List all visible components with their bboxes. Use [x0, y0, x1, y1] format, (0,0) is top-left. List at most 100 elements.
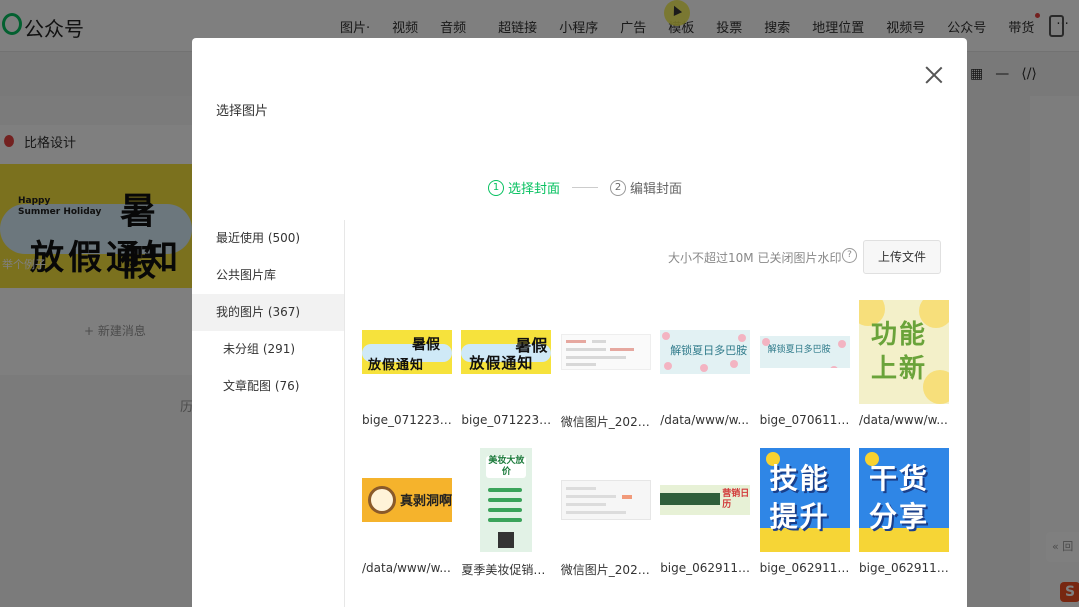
thumb-line — [565, 495, 616, 498]
thumb-flower — [761, 338, 770, 346]
thumbnail-frame: 技能提升 — [759, 448, 850, 552]
thumb-text: 放假通知 — [469, 354, 534, 372]
image-tile[interactable]: 暑假放假通知 bige_0712235... — [362, 300, 454, 440]
step-number: 2 — [610, 179, 627, 196]
thumb-text: 技能提升 — [769, 462, 830, 533]
thumbnail-frame: 解锁夏日多巴胺 — [759, 300, 850, 404]
thumbnail-image: 解锁夏日多巴胺 — [759, 336, 850, 368]
thumbnail-frame — [560, 448, 651, 552]
thumb-cup — [368, 486, 396, 514]
thumb-line — [488, 488, 523, 492]
thumbnail-image: 技能提升 — [759, 448, 850, 552]
step-connector — [572, 187, 599, 188]
thumb-text: 暑假 — [412, 337, 440, 353]
thumb-mark — [621, 495, 632, 499]
image-caption: bige_0706113... — [759, 413, 852, 427]
thumbnail-frame: 美妆大放价 — [461, 448, 551, 552]
thumbnail-frame: 干货分享 — [859, 448, 949, 552]
category-item[interactable]: 最近使用 (500) — [192, 220, 344, 257]
image-caption: /data/www/w... — [660, 413, 749, 427]
image-caption: /data/www/w... — [859, 413, 948, 427]
thumb-line — [609, 348, 634, 351]
image-tile[interactable]: 暑假 放假通知 bige_0712235... — [461, 300, 554, 440]
thumb-line — [591, 340, 606, 343]
thumbnail-image: 解锁夏日多巴胺 — [660, 330, 751, 374]
thumbnail-image: 暑假 放假通知 — [461, 330, 552, 374]
thumb-text: 功能上新 — [871, 320, 928, 384]
upload-hint: 大小不超过10M 已关闭图片水印 — [668, 251, 842, 265]
close-icon[interactable] — [925, 66, 943, 84]
thumb-bar — [660, 493, 721, 505]
image-caption: 微信图片_2023... — [560, 563, 653, 577]
thumb-flower — [664, 362, 673, 370]
image-tile[interactable]: 美妆大放价夏季美妆促销福... — [461, 448, 554, 588]
thumbnail-frame: 解锁夏日多巴胺 — [660, 300, 751, 404]
thumbnail-image: 暑假放假通知 — [362, 330, 452, 374]
thumbnail-image: 美妆大放价 — [480, 448, 533, 552]
thumb-line — [488, 498, 523, 502]
thumbnail-image: 干货分享 — [859, 448, 949, 552]
thumb-line — [488, 518, 523, 522]
image-caption: bige_0629114... — [859, 561, 951, 575]
thumbnail-frame: 营销日历 — [660, 448, 751, 552]
sidebar-divider — [344, 220, 345, 607]
step-label: 编辑封面 — [630, 182, 683, 197]
thumb-line — [565, 348, 606, 351]
category-item[interactable]: 未分组 (291) — [192, 331, 344, 368]
image-caption: /data/www/w... — [362, 561, 451, 575]
category-item[interactable]: 公共图片库 — [192, 257, 344, 294]
thumb-line — [565, 487, 596, 490]
thumbnail-frame: 真剥洞啊 — [362, 448, 452, 552]
thumb-flower — [730, 360, 739, 368]
thumbnail-frame: 暑假放假通知 — [362, 300, 452, 404]
image-tile[interactable]: 解锁夏日多巴胺 bige_0706113... — [759, 300, 852, 440]
image-tile[interactable]: 干货分享 bige_0629114... — [859, 448, 951, 588]
step-select-cover: 1 选择封面 — [488, 178, 560, 197]
category-item[interactable]: 我的图片 (367) — [192, 294, 344, 331]
thumbnail-frame — [560, 300, 651, 404]
thumbnail-image — [560, 334, 651, 370]
thumb-line — [565, 340, 586, 343]
image-tile[interactable]: 技能提升 bige_0629114... — [759, 448, 852, 588]
image-tile[interactable]: 功能上新/data/www/w... — [859, 300, 949, 440]
image-tile[interactable]: 解锁夏日多巴胺/data/www/w... — [660, 300, 751, 440]
dialog-title: 选择图片 — [216, 104, 269, 119]
thumb-flower — [829, 366, 838, 368]
thumb-text: 解锁夏日多巴胺 — [767, 345, 831, 355]
thumb-line — [488, 508, 523, 512]
upload-file-button[interactable]: 上传文件 — [863, 240, 941, 274]
image-caption: 微信图片_2023... — [560, 415, 653, 429]
thumbnail-frame: 功能上新 — [859, 300, 949, 404]
help-icon[interactable]: ? — [842, 248, 857, 263]
image-caption: bige_0712235... — [461, 413, 554, 427]
thumb-text: 放假通知 — [368, 358, 425, 373]
thumbnail-image: 营销日历 — [660, 485, 751, 515]
thumb-line — [565, 503, 606, 506]
image-category-list: 最近使用 (500) 公共图片库 我的图片 (367) 未分组 (291) 文章配图 (… — [192, 220, 344, 405]
step-label: 选择封面 — [508, 182, 561, 197]
image-caption: bige_0712235... — [362, 413, 454, 427]
select-image-dialog: 选择图片 1 选择封面 2 编辑封面 最近使用 (500) 公共图片库 我的图片 (… — [192, 38, 967, 607]
thumb-text: 解锁夏日多巴胺 — [670, 344, 748, 357]
category-item[interactable]: 文章配图 (76) — [192, 368, 344, 405]
thumb-text: 干货分享 — [869, 462, 930, 533]
thumb-line — [565, 511, 626, 514]
thumb-flower — [837, 340, 846, 348]
image-caption: bige_0629114... — [759, 561, 852, 575]
image-caption: 夏季美妆促销福... — [461, 563, 554, 577]
image-tile[interactable]: 微信图片_2023... — [560, 448, 653, 588]
thumbnail-frame: 暑假 放假通知 — [461, 300, 552, 404]
thumb-line — [565, 356, 626, 359]
image-tile[interactable]: 微信图片_2023... — [560, 300, 653, 440]
thumbnail-image: 真剥洞啊 — [362, 478, 452, 522]
thumb-flower — [700, 364, 709, 372]
thumb-text: 真剥洞啊 — [400, 494, 452, 509]
step-indicator: 1 选择封面 2 编辑封面 — [488, 178, 682, 197]
thumbnail-image: 功能上新 — [859, 300, 949, 404]
image-tile[interactable]: 营销日历 bige_0629115... — [660, 448, 752, 588]
thumb-line — [565, 363, 596, 366]
thumb-flower — [738, 334, 747, 342]
thumb-qr — [498, 532, 515, 548]
thumb-flower — [662, 332, 671, 340]
image-tile[interactable]: 真剥洞啊/data/www/w... — [362, 448, 452, 588]
